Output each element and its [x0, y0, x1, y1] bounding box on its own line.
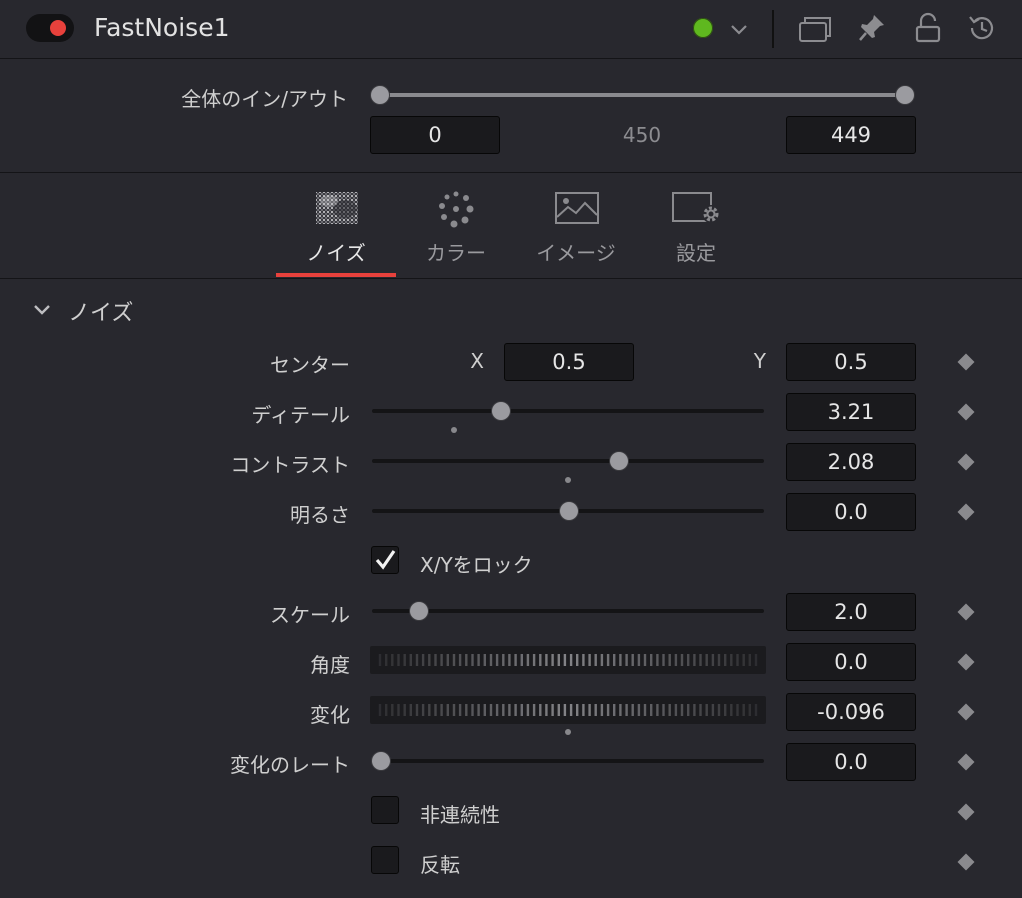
section-collapse-chevron-icon[interactable]	[32, 300, 52, 320]
detail-keyframe-diamond[interactable]	[957, 403, 975, 421]
ruler-ticks	[378, 654, 758, 666]
variation-default-marker	[565, 729, 571, 735]
scale-slider-track[interactable]	[372, 609, 764, 613]
center-x-label: X	[470, 349, 484, 373]
noise-icon	[316, 192, 358, 224]
detail-slider-track[interactable]	[372, 409, 764, 413]
node-title: FastNoise1	[94, 13, 230, 42]
angle-value-field[interactable]: 0.0	[786, 643, 916, 681]
out-value-field[interactable]: 449	[786, 116, 916, 154]
discontinuous-label: 非連続性	[420, 803, 500, 827]
node-header: FastNoise1	[0, 0, 1022, 59]
section-title-noise[interactable]: ノイズ	[68, 295, 133, 327]
tab-image[interactable]: イメージ	[516, 173, 636, 278]
image-icon	[555, 192, 599, 224]
in-handle[interactable]	[371, 86, 389, 104]
variation-rate-keyframe-diamond[interactable]	[957, 753, 975, 771]
variation-rate-label: 変化のレート	[230, 753, 350, 777]
tab-color-label: カラー	[426, 241, 486, 265]
variation-value-field[interactable]: -0.096	[786, 693, 916, 731]
lock-icon[interactable]	[914, 12, 942, 44]
settings-gear-icon	[672, 192, 720, 223]
active-tab-indicator	[276, 273, 396, 277]
tab-settings[interactable]: 設定	[636, 173, 756, 278]
variation-rate-slider-track[interactable]	[372, 759, 764, 763]
detail-default-marker	[451, 427, 457, 433]
header-separator	[772, 10, 774, 48]
ruler-ticks	[378, 704, 758, 716]
center-keyframe-diamond[interactable]	[957, 353, 975, 371]
checkmark-icon	[375, 550, 396, 570]
discontinuous-keyframe-diamond[interactable]	[957, 803, 975, 821]
in-value-field[interactable]: 0	[370, 116, 500, 154]
chevron-down-icon[interactable]	[728, 18, 750, 40]
contrast-slider-handle[interactable]	[610, 452, 628, 470]
brightness-value-field[interactable]: 0.0	[786, 493, 916, 531]
variation-label: 変化	[310, 703, 350, 727]
global-in-out-label: 全体のイン/アウト	[181, 87, 348, 111]
detail-slider-handle[interactable]	[492, 402, 510, 420]
enable-indicator	[50, 20, 66, 36]
invert-checkbox[interactable]	[371, 846, 399, 874]
discontinuous-checkbox[interactable]	[371, 796, 399, 824]
global-in-out-section: 全体のイン/アウト 0 450 449	[0, 59, 1022, 173]
contrast-default-marker	[565, 477, 571, 483]
variation-dial-ruler[interactable]	[370, 696, 766, 724]
invert-keyframe-diamond[interactable]	[957, 853, 975, 871]
scale-label: スケール	[270, 603, 350, 627]
variation-rate-slider-handle[interactable]	[372, 752, 390, 770]
invert-label: 反転	[420, 853, 460, 877]
lock-xy-checkbox[interactable]	[371, 546, 399, 574]
brightness-label: 明るさ	[290, 503, 350, 527]
node-enable-toggle[interactable]	[26, 14, 74, 42]
windows-icon[interactable]	[798, 14, 832, 44]
angle-label: 角度	[310, 653, 350, 677]
node-color-dot[interactable]	[693, 18, 713, 38]
detail-label: ディテール	[251, 403, 350, 427]
contrast-slider-track[interactable]	[372, 459, 764, 463]
tab-noise[interactable]: ノイズ	[276, 173, 396, 278]
contrast-label: コントラスト	[230, 453, 350, 477]
in-out-range-track[interactable]	[381, 93, 905, 97]
angle-keyframe-diamond[interactable]	[957, 653, 975, 671]
inspector-tabs: ノイズ カラー イメージ 設定	[0, 173, 1022, 279]
tab-color[interactable]: カラー	[396, 173, 516, 278]
center-x-field[interactable]: 0.5	[504, 343, 634, 381]
variation-rate-value-field[interactable]: 0.0	[786, 743, 916, 781]
brightness-slider-handle[interactable]	[560, 502, 578, 520]
angle-dial-ruler[interactable]	[370, 646, 766, 674]
brightness-keyframe-diamond[interactable]	[957, 503, 975, 521]
out-handle[interactable]	[896, 86, 914, 104]
center-label: センター	[270, 353, 350, 377]
scale-value-field[interactable]: 2.0	[786, 593, 916, 631]
center-y-label: Y	[753, 349, 766, 373]
tab-noise-label: ノイズ	[306, 241, 366, 265]
detail-value-field[interactable]: 3.21	[786, 393, 916, 431]
tab-settings-label: 設定	[676, 241, 716, 265]
contrast-value-field[interactable]: 2.08	[786, 443, 916, 481]
tab-image-label: イメージ	[536, 241, 616, 265]
color-dots-icon	[439, 191, 474, 228]
pin-icon[interactable]	[857, 12, 887, 44]
lock-xy-label: X/Yをロック	[420, 553, 533, 577]
variation-keyframe-diamond[interactable]	[957, 703, 975, 721]
duration-value: 450	[622, 123, 662, 147]
center-y-field[interactable]: 0.5	[786, 343, 916, 381]
scale-slider-handle[interactable]	[410, 602, 428, 620]
contrast-keyframe-diamond[interactable]	[957, 453, 975, 471]
scale-keyframe-diamond[interactable]	[957, 603, 975, 621]
reset-icon[interactable]	[966, 12, 998, 44]
